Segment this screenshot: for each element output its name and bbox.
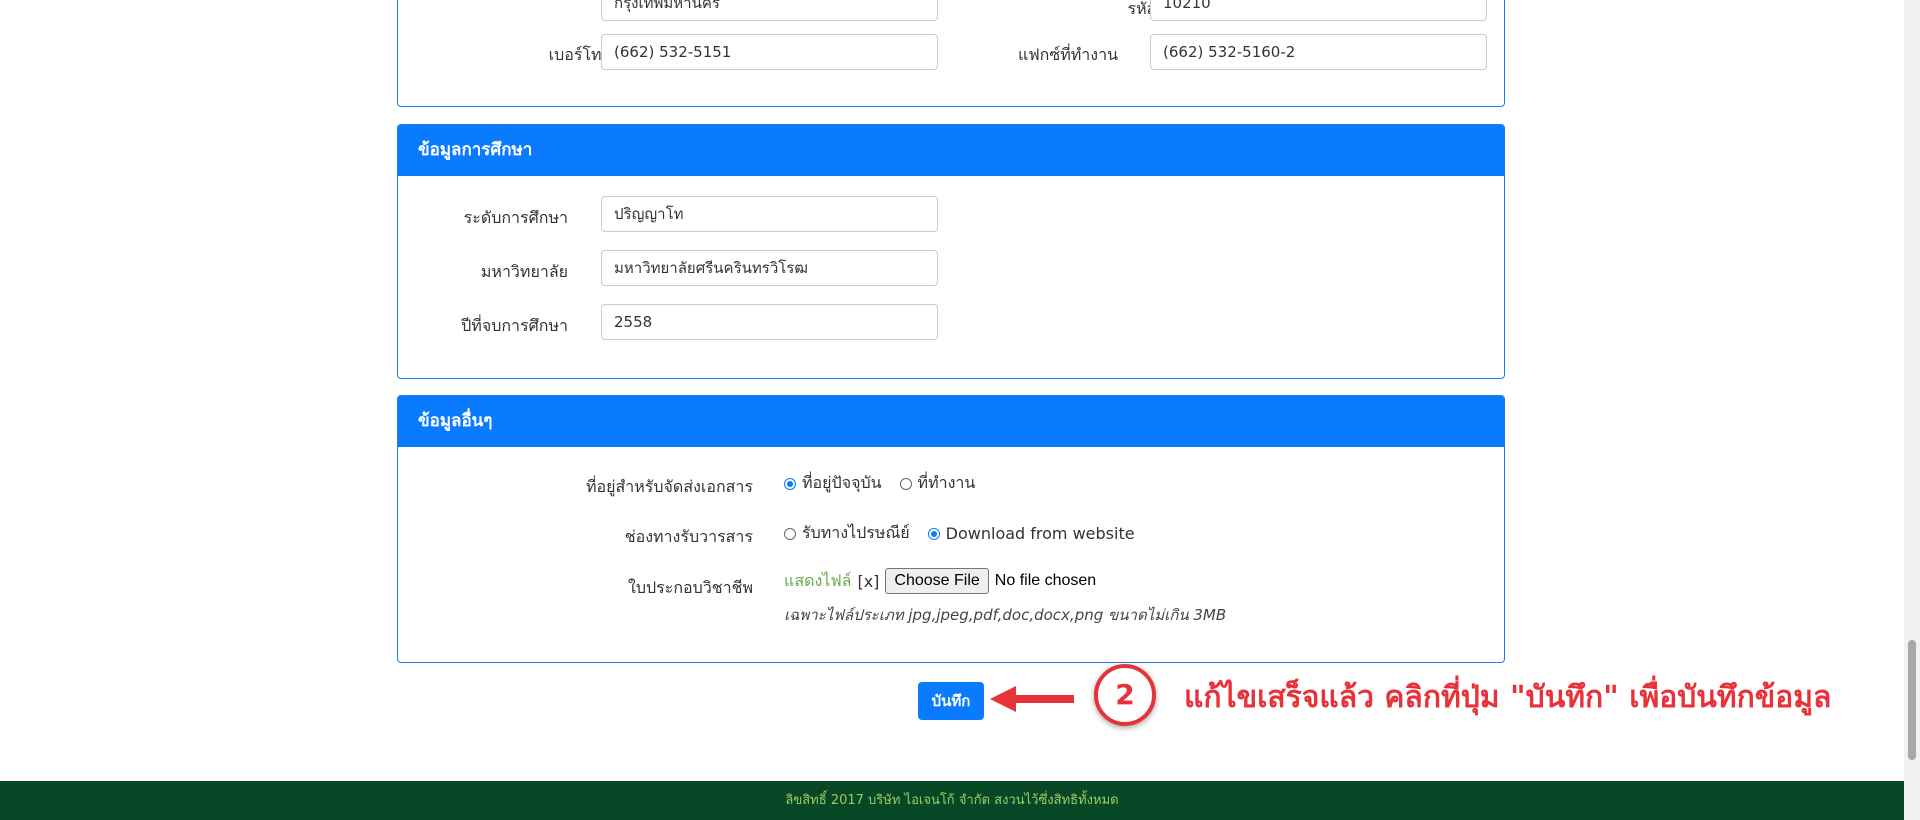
contact-panel: จังหวัด กรุงเทพมหานคร รหัสไปรษณีย์ 10210… (397, 0, 1505, 107)
show-file-link[interactable]: แสดงไฟล์ (784, 569, 851, 594)
university-input[interactable]: มหาวิทยาลัยศรีนครินทรวิโรฒ (601, 250, 938, 286)
radio-current-address-label: ที่อยู่ปัจจุบัน (802, 473, 882, 492)
choose-file-button[interactable]: Choose File (885, 568, 989, 594)
arrow-left-icon (990, 686, 1074, 712)
province-input[interactable]: กรุงเทพมหานคร (601, 0, 938, 21)
file-type-hint: เฉพาะไฟล์ประเภท jpg,jpeg,pdf,doc,docx,pn… (784, 606, 1227, 624)
footer-copyright: ลิขสิทธิ์ 2017 บริษัท ไอเจนโก้ จำกัด สงว… (0, 781, 1904, 820)
radio-postal-label: รับทางไปรษณีย์ (802, 523, 910, 542)
radio-download-label: Download from website (945, 524, 1135, 543)
page-scrollbar-thumb[interactable] (1908, 640, 1916, 760)
education-panel: ข้อมูลการศึกษา ระดับการศึกษา ปริญญาโท มห… (397, 124, 1505, 379)
university-label: มหาวิทยาลัย (480, 262, 568, 281)
journal-channel-options: รับทางไปรษณีย์ Download from website (784, 521, 1153, 546)
grad-year-label: ปีที่จบการศึกษา (461, 316, 568, 335)
grad-year-input[interactable]: 2558 (601, 304, 938, 340)
radio-work-address[interactable] (899, 477, 912, 490)
license-label: ใบประกอบวิชาชีพ (628, 578, 753, 597)
work-fax-input[interactable]: (662) 532-5160-2 (1150, 34, 1487, 70)
work-fax-label: แฟกซ์ที่ทำงาน (1018, 45, 1118, 64)
mailing-address-label: ที่อยู่สำหรับจัดส่งเอกสาร (585, 477, 753, 496)
education-panel-title: ข้อมูลการศึกษา (398, 125, 1504, 176)
mailing-address-options: ที่อยู่ปัจจุบัน ที่ทำงาน (784, 471, 993, 496)
education-level-input[interactable]: ปริญญาโท (601, 196, 938, 232)
journal-channel-label: ช่องทางรับวารสาร (624, 527, 753, 546)
other-info-panel-title: ข้อมูลอื่นๆ (398, 396, 1504, 447)
no-file-chosen-text: No file chosen (994, 572, 1097, 589)
education-level-label: ระดับการศึกษา (463, 208, 568, 227)
radio-current-address[interactable] (784, 477, 796, 490)
license-file-row: แสดงไฟล์ [x] Choose File No file chosen (784, 568, 1096, 594)
other-info-panel: ข้อมูลอื่นๆ ที่อยู่สำหรับจัดส่งเอกสาร ที… (397, 395, 1505, 663)
postal-code-input[interactable]: 10210 (1150, 0, 1487, 21)
radio-work-address-label: ที่ทำงาน (917, 473, 976, 492)
step-number-badge: 2 (1094, 664, 1156, 726)
radio-postal[interactable] (784, 527, 796, 540)
work-phone-input[interactable]: (662) 532-5151 (601, 34, 938, 70)
radio-download[interactable] (927, 527, 940, 540)
instruction-text: แก้ไขเสร็จแล้ว คลิกที่ปุ่ม "บันทึก" เพื่… (1184, 680, 1832, 715)
remove-file-link[interactable]: [x] (857, 572, 879, 591)
save-button[interactable]: บันทึก (918, 682, 984, 720)
